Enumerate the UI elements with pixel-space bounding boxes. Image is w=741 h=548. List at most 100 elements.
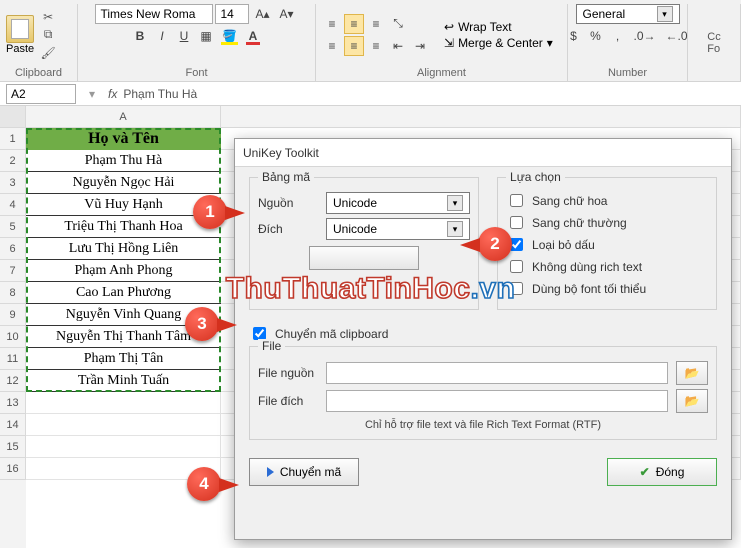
row-header[interactable]: 6 xyxy=(0,238,26,260)
ck-chuyen-ma-clipboard[interactable]: Chuyển mã clipboard xyxy=(249,324,717,343)
unikey-dialog: UniKey Toolkit Bảng mã Nguồn Unicode▾ Đí… xyxy=(234,138,732,540)
orientation-icon[interactable]: ⤡ xyxy=(388,14,408,34)
wrap-text-icon: ↩ xyxy=(444,20,454,34)
nguon-combo[interactable]: Unicode▾ xyxy=(326,192,470,214)
name-box[interactable]: A2 xyxy=(6,84,76,104)
swap-encoding-button[interactable] xyxy=(309,246,419,270)
file-hint: Chỉ hỗ trợ file text và file Rich Text F… xyxy=(258,419,708,431)
row-header[interactable]: 9 xyxy=(0,304,26,326)
comma-format-icon[interactable]: , xyxy=(607,26,627,46)
bold-button[interactable]: B xyxy=(130,26,150,46)
ck-font-toi-thieu[interactable]: Dùng bộ font tối thiểu xyxy=(506,279,708,298)
row-header[interactable]: 5 xyxy=(0,216,26,238)
close-button[interactable]: ✔Đóng xyxy=(607,458,717,486)
fx-icon[interactable]: fx xyxy=(108,87,117,101)
decrease-indent-icon[interactable]: ⇤ xyxy=(388,36,408,56)
formula-bar: A2 ▾ fx Phạm Thu Hà xyxy=(0,82,741,106)
row-header[interactable]: 12 xyxy=(0,370,26,392)
font-name-combo[interactable] xyxy=(95,4,213,24)
group-file: File File nguồn 📂 File đích 📂 Chỉ hỗ trợ… xyxy=(249,346,717,440)
table-header-cell[interactable]: Họ và Tên xyxy=(26,128,221,150)
column-headers: A xyxy=(26,106,741,128)
select-all-corner[interactable] xyxy=(0,106,26,128)
group-bangma: Bảng mã Nguồn Unicode▾ Đích Unicode▾ xyxy=(249,177,479,310)
file-dich-label: File đích xyxy=(258,394,318,408)
group-alignment-label: Alignment xyxy=(322,65,561,81)
align-left-icon[interactable]: ≡ xyxy=(322,36,342,56)
browse-nguon-button[interactable]: 📂 xyxy=(676,361,708,385)
merge-center-button[interactable]: ⇲Merge & Center▾ xyxy=(438,36,559,50)
callout-1: 1 xyxy=(193,195,227,229)
percent-format-icon[interactable]: % xyxy=(585,26,605,46)
copy-icon[interactable]: ⧉ xyxy=(40,27,56,43)
align-bottom-icon[interactable]: ≡ xyxy=(366,14,386,34)
table-row[interactable]: Phạm Thị Tân xyxy=(26,348,221,370)
callout-3: 3 xyxy=(185,307,219,341)
table-row[interactable]: Nguyễn Ngọc Hải xyxy=(26,172,221,194)
ck-loai-bo-dau[interactable]: Loại bỏ dấu xyxy=(506,235,708,254)
align-right-icon[interactable]: ≡ xyxy=(366,36,386,56)
callout-2: 2 xyxy=(478,227,512,261)
row-header[interactable]: 7 xyxy=(0,260,26,282)
row-header[interactable]: 4 xyxy=(0,194,26,216)
align-top-icon[interactable]: ≡ xyxy=(322,14,342,34)
nguon-label: Nguồn xyxy=(258,196,318,210)
play-icon xyxy=(267,467,274,477)
col-header-a[interactable]: A xyxy=(26,106,221,128)
wrap-text-button[interactable]: ↩Wrap Text xyxy=(438,20,559,34)
group-number-label: Number xyxy=(574,65,681,81)
conditional-formatting-button[interactable]: Cc Fo xyxy=(688,4,741,81)
namebox-dropdown-icon[interactable]: ▾ xyxy=(82,84,102,104)
folder-open-icon: 📂 xyxy=(685,366,700,380)
table-row[interactable]: Vũ Huy Hạnh xyxy=(26,194,221,216)
file-dich-input[interactable] xyxy=(326,390,668,412)
align-middle-icon[interactable]: ≡ xyxy=(344,14,364,34)
increase-indent-icon[interactable]: ⇥ xyxy=(410,36,430,56)
font-size-combo[interactable] xyxy=(215,4,249,24)
row-header[interactable]: 10 xyxy=(0,326,26,348)
underline-button[interactable]: U xyxy=(174,26,194,46)
check-icon: ✔ xyxy=(640,465,650,479)
table-row[interactable]: Phạm Thu Hà xyxy=(26,150,221,172)
row-header[interactable]: 16 xyxy=(0,458,26,480)
clipboard-icon xyxy=(6,15,34,43)
borders-icon[interactable]: ▦ xyxy=(196,26,216,46)
row-header[interactable]: 13 xyxy=(0,392,26,414)
align-center-icon[interactable]: ≡ xyxy=(344,36,364,56)
table-row[interactable]: Cao Lan Phương xyxy=(26,282,221,304)
table-row[interactable]: Phạm Anh Phong xyxy=(26,260,221,282)
browse-dich-button[interactable]: 📂 xyxy=(676,389,708,413)
decrease-font-icon[interactable]: A▾ xyxy=(276,4,298,24)
cut-icon[interactable]: ✂ xyxy=(40,9,56,25)
row-header[interactable]: 14 xyxy=(0,414,26,436)
fill-color-icon[interactable]: 🪣 xyxy=(218,26,241,46)
table-row[interactable]: Trần Minh Tuấn xyxy=(26,370,221,392)
paste-button[interactable]: Paste xyxy=(6,15,34,55)
table-row[interactable]: Triệu Thị Thanh Hoa xyxy=(26,216,221,238)
number-format-combo[interactable]: General▾ xyxy=(576,4,680,24)
convert-button[interactable]: Chuyển mã xyxy=(249,458,359,486)
ck-sang-chu-hoa[interactable]: Sang chữ hoa xyxy=(506,191,708,210)
row-header[interactable]: 1 xyxy=(0,128,26,150)
font-color-icon[interactable]: A xyxy=(243,26,263,46)
dich-combo[interactable]: Unicode▾ xyxy=(326,218,470,240)
chevron-down-icon: ▾ xyxy=(447,221,463,237)
ck-khong-rich-text[interactable]: Không dùng rich text xyxy=(506,257,708,276)
row-header[interactable]: 15 xyxy=(0,436,26,458)
increase-decimal-icon[interactable]: .0→ xyxy=(629,26,659,46)
table-row[interactable]: Lưu Thị Hồng Liên xyxy=(26,238,221,260)
row-header[interactable]: 2 xyxy=(0,150,26,172)
formula-value[interactable]: Phạm Thu Hà xyxy=(123,87,197,101)
format-painter-icon[interactable]: 🖌 xyxy=(40,45,56,61)
merge-icon: ⇲ xyxy=(444,36,454,50)
increase-font-icon[interactable]: A▴ xyxy=(251,4,273,24)
row-header[interactable]: 3 xyxy=(0,172,26,194)
row-header[interactable]: 11 xyxy=(0,348,26,370)
file-nguon-input[interactable] xyxy=(326,362,668,384)
italic-button[interactable]: I xyxy=(152,26,172,46)
file-nguon-label: File nguồn xyxy=(258,366,318,380)
accounting-format-icon[interactable]: $ xyxy=(563,26,583,46)
decrease-decimal-icon[interactable]: ←.0 xyxy=(662,26,692,46)
ck-sang-chu-thuong[interactable]: Sang chữ thường xyxy=(506,213,708,232)
row-header[interactable]: 8 xyxy=(0,282,26,304)
